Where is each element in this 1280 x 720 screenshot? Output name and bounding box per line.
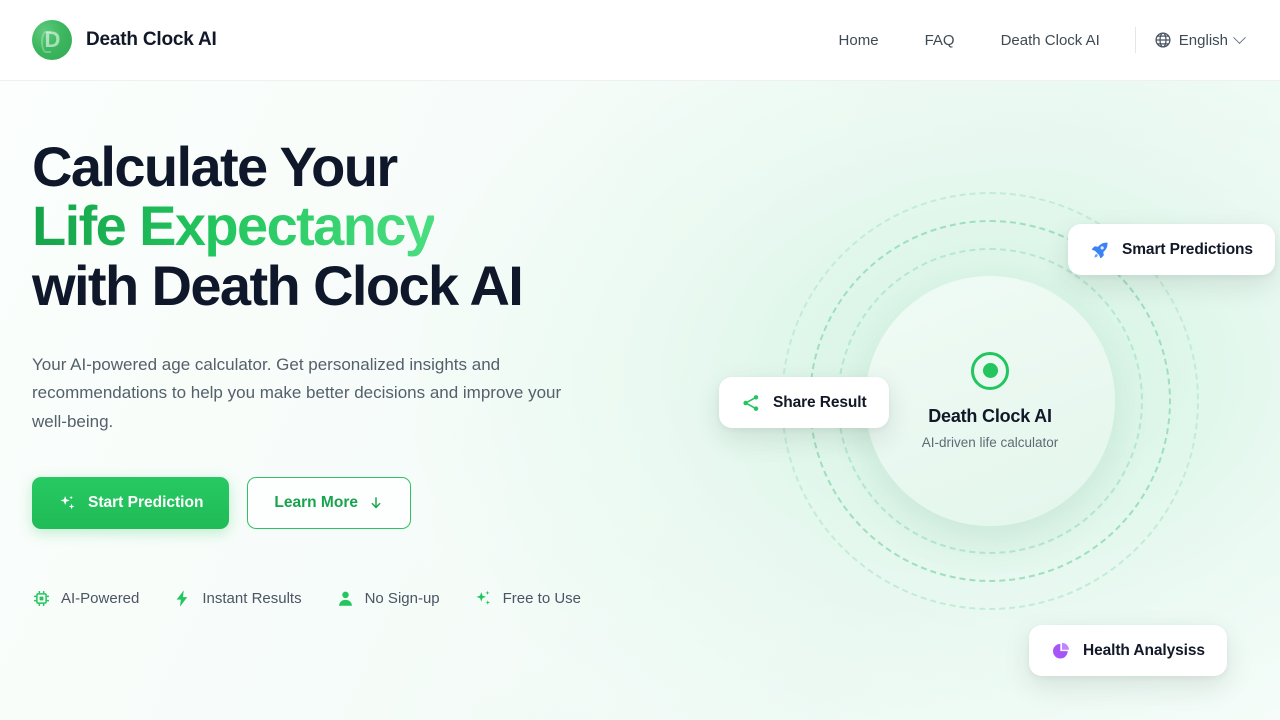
arrow-down-icon — [368, 495, 384, 511]
hero-section: Calculate Your Life Expectancy with Deat… — [0, 81, 1280, 720]
nav-link-faq[interactable]: FAQ — [902, 32, 978, 49]
start-prediction-button[interactable]: Start Prediction — [32, 477, 230, 530]
core-circle: Death Clock AI AI-driven life calculator — [865, 275, 1115, 526]
main-navigation: Home FAQ Death Clock AI English — [816, 27, 1248, 53]
page-title: Calculate Your Life Expectancy with Deat… — [32, 137, 652, 315]
globe-icon — [1154, 31, 1172, 49]
logo-glyph: D — [44, 27, 61, 52]
death-clock-logo-icon: D — [32, 20, 72, 60]
learn-more-button[interactable]: Learn More — [247, 477, 411, 530]
sparkles-icon — [58, 494, 77, 513]
feature-free-to-use: Free to Use — [474, 589, 581, 608]
language-label: English — [1178, 31, 1228, 49]
card-label: Health Analysiss — [1083, 641, 1205, 659]
floating-card-share-result[interactable]: Share Result — [719, 377, 889, 428]
nav-link-death-clock-ai[interactable]: Death Clock AI — [978, 32, 1123, 49]
feature-no-signup: No Sign-up — [336, 589, 440, 608]
nav-divider — [1134, 27, 1136, 53]
cta-row: Start Prediction Learn More — [32, 477, 652, 530]
brand-name: Death Clock AI — [86, 29, 217, 50]
card-label: Share Result — [773, 393, 867, 411]
feature-label: Instant Results — [202, 590, 302, 608]
brand-logo[interactable]: D Death Clock AI — [32, 20, 217, 60]
nav-link-home[interactable]: Home — [816, 32, 902, 49]
hero-copy: Calculate Your Life Expectancy with Deat… — [32, 137, 652, 608]
headline-accent: Life Expectancy — [32, 194, 436, 258]
feature-label: AI-Powered — [61, 590, 140, 608]
floating-card-smart-predictions[interactable]: Smart Predictions — [1068, 224, 1275, 275]
learn-more-label: Learn More — [274, 494, 358, 512]
hero-subtitle: Your AI-powered age calculator. Get pers… — [32, 355, 562, 431]
language-switcher[interactable]: English — [1154, 30, 1248, 49]
headline-line-1: Calculate Your — [32, 135, 398, 198]
rocket-icon — [1090, 240, 1110, 260]
sparkles-icon — [474, 589, 493, 608]
floating-card-health-analysis[interactable]: Health Analysiss — [1029, 625, 1227, 676]
share-icon — [741, 393, 761, 413]
target-dot-icon — [971, 351, 1009, 390]
core-subtitle: AI-driven life calculator — [921, 434, 1059, 450]
feature-ai-powered: AI-Powered — [32, 589, 139, 608]
person-icon — [336, 589, 355, 608]
headline-line-3: with Death Clock AI — [32, 253, 524, 317]
cpu-chip-icon — [32, 589, 51, 608]
feature-label: Free to Use — [502, 590, 582, 608]
lightning-bolt-icon — [173, 589, 192, 608]
start-prediction-label: Start Prediction — [88, 494, 204, 512]
site-header: D Death Clock AI Home FAQ Death Clock AI… — [0, 0, 1280, 81]
feature-list: AI-Powered Instant Results No Sign-up Fr… — [32, 589, 652, 608]
pie-chart-icon — [1051, 641, 1071, 661]
card-label: Smart Predictions — [1122, 240, 1253, 258]
chevron-down-icon — [1233, 30, 1246, 44]
feature-instant-results: Instant Results — [173, 589, 302, 608]
feature-label: No Sign-up — [364, 590, 440, 608]
core-title: Death Clock AI — [928, 405, 1052, 426]
